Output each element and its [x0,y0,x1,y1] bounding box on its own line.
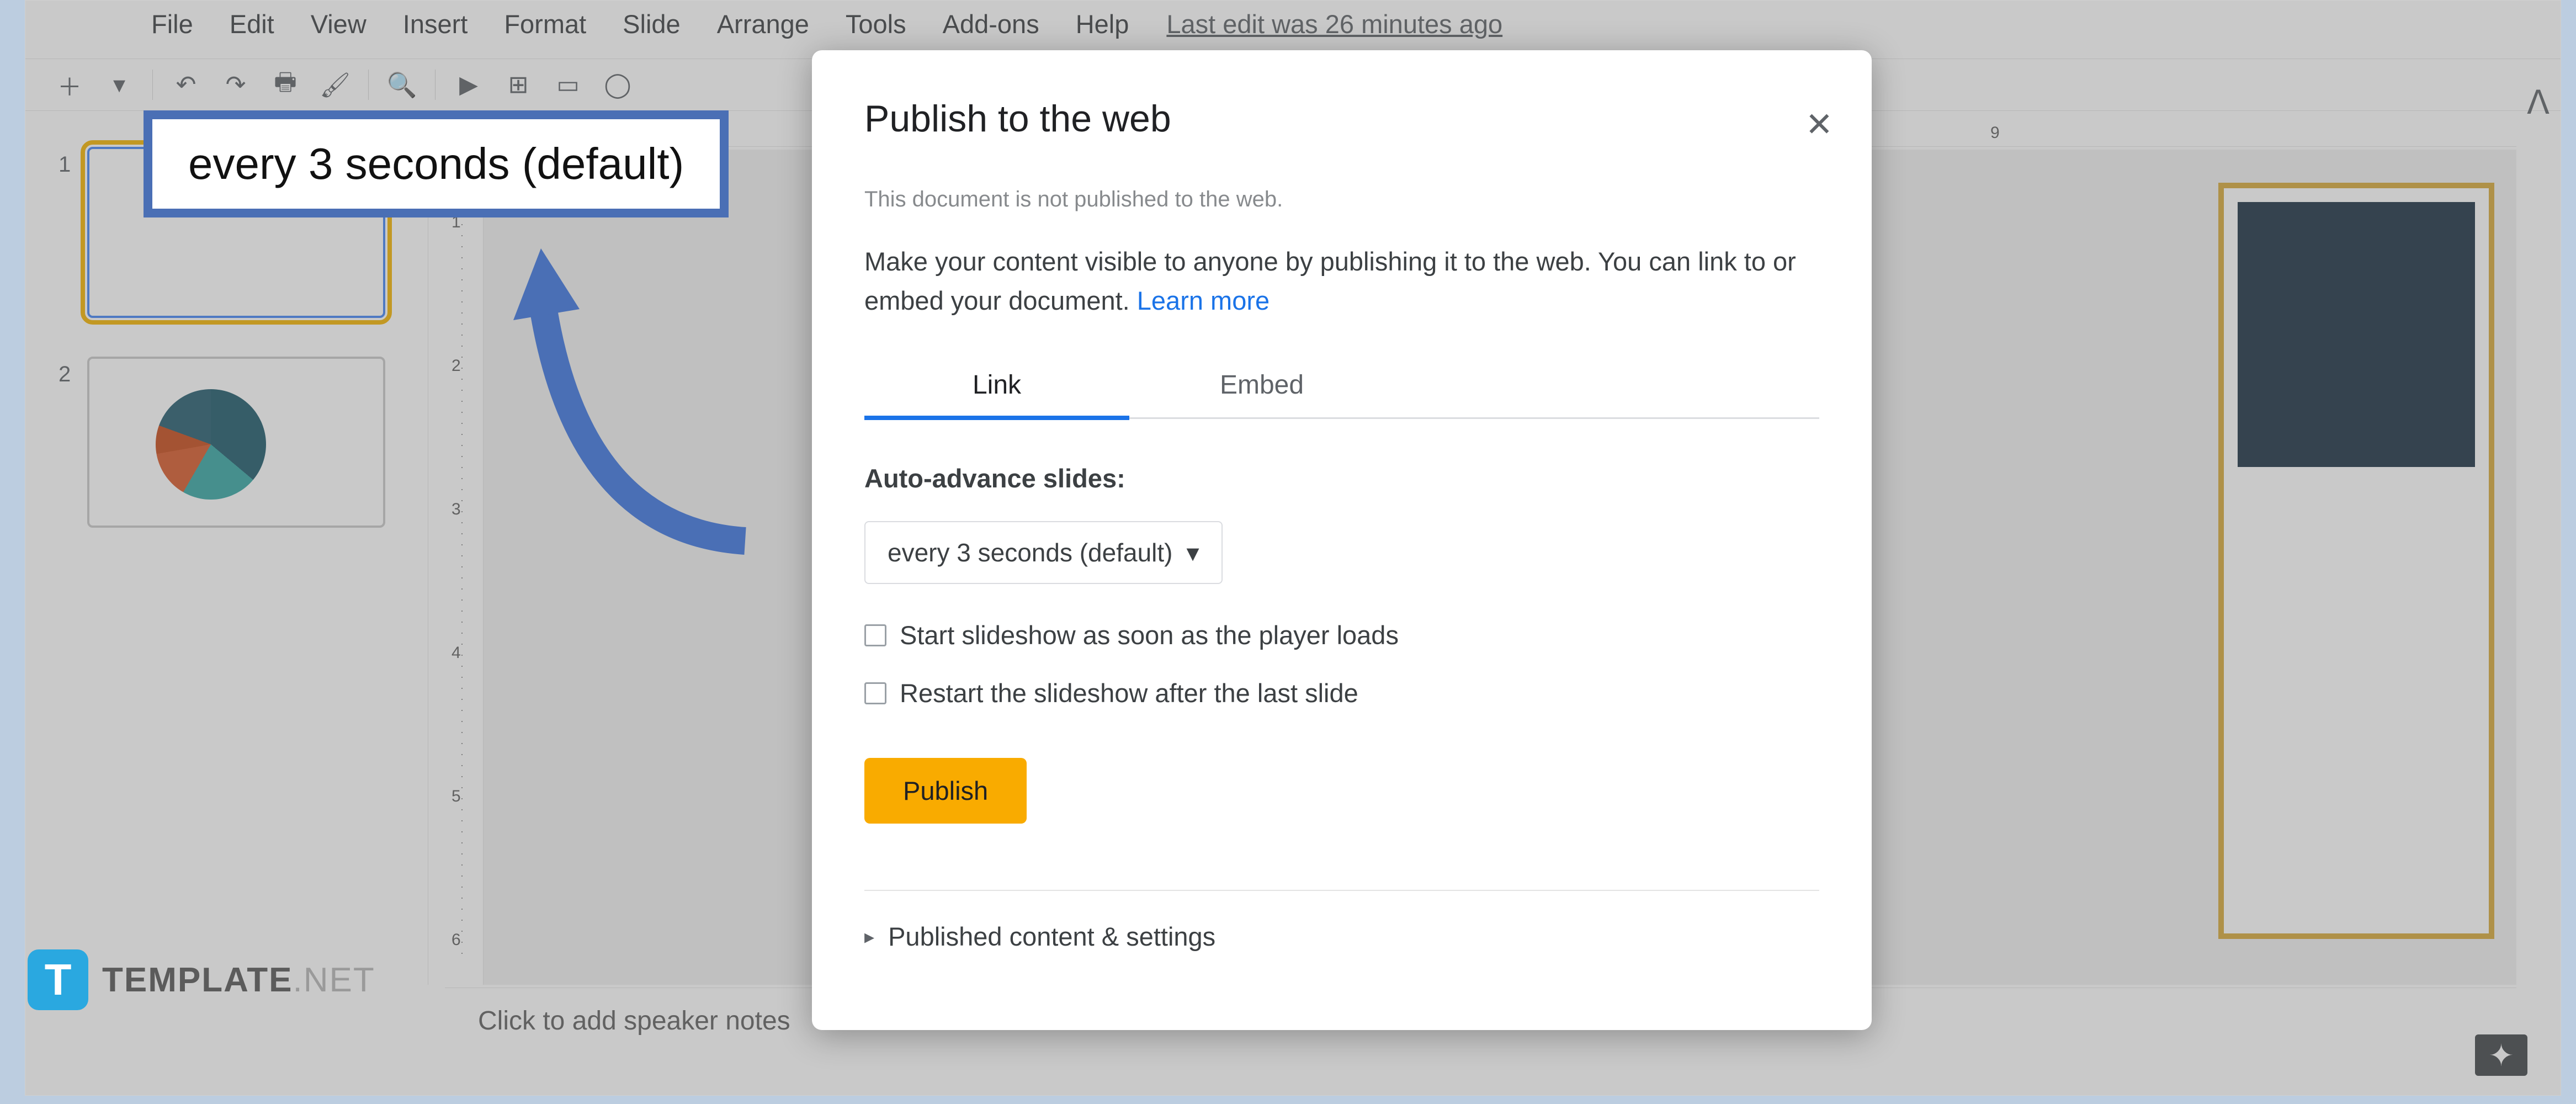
annotation-arrow-icon [508,243,762,563]
checkbox-start-on-load[interactable] [864,624,886,646]
caret-right-icon: ▸ [864,925,874,948]
checkbox-label: Start slideshow as soon as the player lo… [900,620,1399,650]
publish-button[interactable]: Publish [864,758,1027,824]
checkbox-restart[interactable] [864,682,886,704]
close-icon[interactable]: ✕ [1805,105,1833,144]
watermark-icon: T [28,949,88,1010]
tab-embed[interactable]: Embed [1129,370,1394,417]
checkbox-row: Start slideshow as soon as the player lo… [864,620,1819,650]
dialog-description: Make your content visible to anyone by p… [864,242,1819,320]
annotation-callout: every 3 seconds (default) [144,110,729,217]
chevron-down-icon: ▾ [1187,538,1199,567]
watermark-text: TEMPLATE.NET [102,960,375,1000]
select-value: every 3 seconds (default) [888,538,1173,567]
published-content-expander[interactable]: ▸ Published content & settings [864,921,1819,952]
watermark: T TEMPLATE.NET [28,949,375,1010]
tab-link[interactable]: Link [864,370,1129,420]
learn-more-link[interactable]: Learn more [1137,286,1270,315]
publish-dialog: Publish to the web ✕ This document is no… [812,50,1872,1030]
expander-label: Published content & settings [888,921,1215,952]
dialog-title: Publish to the web [864,97,1819,140]
checkbox-label: Restart the slideshow after the last sli… [900,678,1358,708]
auto-advance-label: Auto-advance slides: [864,463,1819,493]
auto-advance-select[interactable]: every 3 seconds (default) ▾ [864,521,1223,584]
divider [864,890,1819,891]
checkbox-row: Restart the slideshow after the last sli… [864,678,1819,708]
dialog-tabs: Link Embed [864,370,1819,419]
dialog-subtext: This document is not published to the we… [864,187,1819,212]
